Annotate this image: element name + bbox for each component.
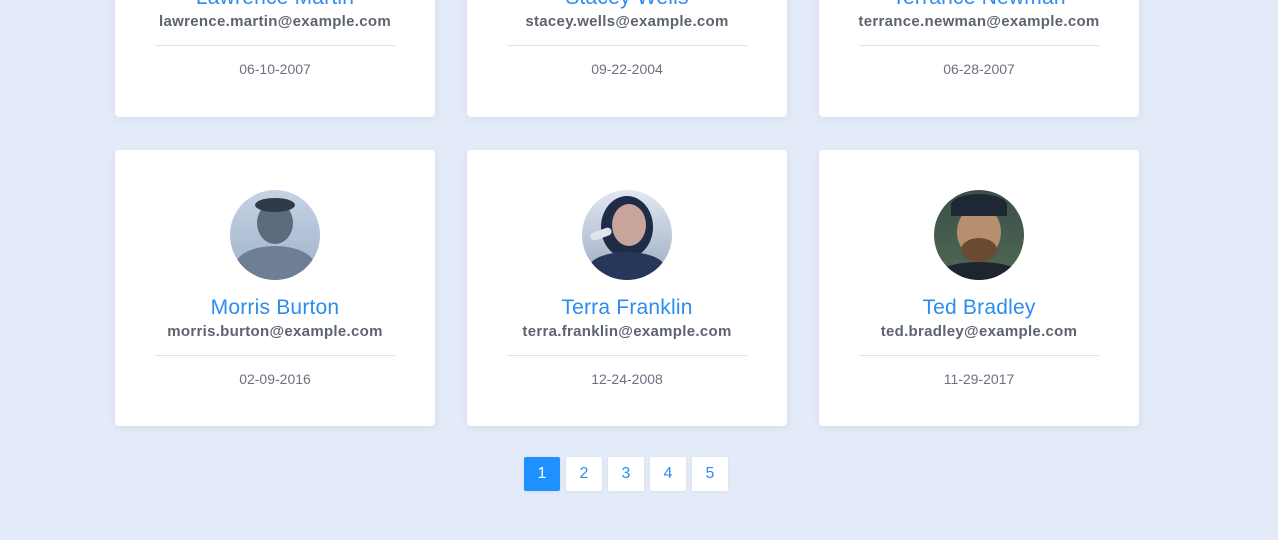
user-name: Terra Franklin <box>561 296 693 319</box>
user-name: Lawrence Martin <box>115 0 435 10</box>
avatar <box>230 190 320 280</box>
divider <box>155 45 395 46</box>
avatar-cap <box>951 194 1007 216</box>
user-card[interactable]: Terra Franklin terra.franklin@example.co… <box>467 150 787 426</box>
user-email: stacey.wells@example.com <box>525 13 729 30</box>
user-card[interactable]: Stacey Wells stacey.wells@example.com 09… <box>467 0 787 117</box>
user-date: 11-29-2017 <box>943 371 1015 387</box>
page-button-5[interactable]: 5 <box>692 457 728 491</box>
divider <box>507 45 747 46</box>
pagination: 1 2 3 4 5 <box>524 457 728 491</box>
user-name: Stacey Wells <box>467 0 787 10</box>
avatar <box>934 190 1024 280</box>
user-name: Terrance Newman <box>819 0 1139 10</box>
user-email: terrance.newman@example.com <box>858 13 1100 30</box>
avatar-body <box>937 262 1021 280</box>
page-button-4[interactable]: 4 <box>650 457 686 491</box>
divider <box>507 355 747 356</box>
avatar-hair <box>255 198 295 212</box>
user-date: 02-09-2016 <box>239 371 311 387</box>
user-card[interactable]: Ted Bradley ted.bradley@example.com 11-2… <box>819 150 1139 426</box>
user-date: 12-24-2008 <box>591 371 663 387</box>
user-name: Ted Bradley <box>922 296 1036 319</box>
page-button-3[interactable]: 3 <box>608 457 644 491</box>
user-name: Morris Burton <box>210 296 340 319</box>
user-email: terra.franklin@example.com <box>522 323 732 340</box>
user-card[interactable]: Terrance Newman terrance.newman@example.… <box>819 0 1139 117</box>
avatar <box>582 190 672 280</box>
divider <box>859 45 1099 46</box>
user-email: ted.bradley@example.com <box>880 323 1078 340</box>
user-card[interactable]: Morris Burton morris.burton@example.com … <box>115 150 435 426</box>
user-card[interactable]: Lawrence Martin lawrence.martin@example.… <box>115 0 435 117</box>
avatar-head <box>612 204 646 246</box>
user-email: morris.burton@example.com <box>167 323 383 340</box>
divider <box>155 355 395 356</box>
user-email: lawrence.martin@example.com <box>159 13 391 30</box>
avatar-body <box>589 252 665 280</box>
user-date: 06-10-2007 <box>239 61 311 77</box>
user-date: 06-28-2007 <box>943 61 1015 77</box>
page-button-2[interactable]: 2 <box>566 457 602 491</box>
page-button-1[interactable]: 1 <box>524 457 560 491</box>
user-date: 09-22-2004 <box>591 61 663 77</box>
divider <box>859 355 1099 356</box>
avatar-body <box>235 246 315 280</box>
avatar-beard <box>961 238 997 262</box>
